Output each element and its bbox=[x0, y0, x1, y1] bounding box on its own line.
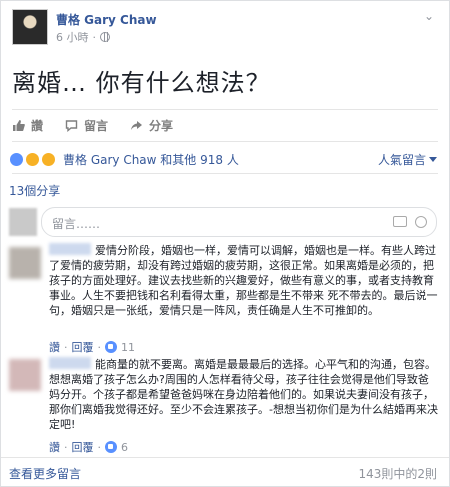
divider bbox=[12, 173, 438, 174]
emoji-icon[interactable] bbox=[415, 216, 427, 228]
comment-like-count[interactable]: 11 bbox=[121, 341, 135, 354]
comment-body: 能商量的就不要离。离婚是最最最后的选择。心平气和的沟通，包容。想想离婚了孩子怎么… bbox=[49, 357, 439, 432]
share-button[interactable]: 分享 bbox=[130, 117, 173, 134]
comment-reply-button[interactable]: 回覆 bbox=[72, 339, 94, 355]
camera-icon[interactable] bbox=[393, 216, 407, 227]
reactions-text[interactable]: 曹格 Gary Chaw 和其他 918 人 bbox=[63, 151, 239, 168]
comment-like-count[interactable]: 6 bbox=[121, 441, 128, 454]
divider bbox=[1, 457, 449, 458]
comment-actions: 讚 · 回覆 · 11 bbox=[49, 339, 135, 355]
comment-icon bbox=[65, 120, 78, 132]
thumbs-up-icon bbox=[13, 120, 25, 131]
like-reaction-icon bbox=[9, 152, 24, 167]
comment-like-button[interactable]: 讚 bbox=[49, 339, 60, 355]
comment-actions: 讚 · 回覆 · 6 bbox=[49, 439, 128, 455]
globe-icon bbox=[100, 32, 110, 42]
commenter-name[interactable] bbox=[49, 243, 91, 255]
comment-label: 留言 bbox=[84, 119, 109, 133]
comment-button[interactable]: 留言 bbox=[65, 117, 108, 134]
sad-reaction-icon bbox=[25, 152, 40, 167]
my-avatar bbox=[9, 208, 37, 236]
post-meta: 6 小時 · bbox=[56, 29, 110, 45]
share-label: 分享 bbox=[149, 119, 174, 133]
post-time[interactable]: 6 小時 bbox=[56, 29, 89, 45]
shares-count[interactable]: 13個分享 bbox=[9, 182, 60, 199]
commenter-avatar[interactable] bbox=[9, 247, 41, 279]
author-avatar[interactable] bbox=[12, 9, 48, 45]
sort-label: 人氣留言 bbox=[377, 153, 426, 167]
caret-down-icon bbox=[429, 157, 437, 162]
commenter-avatar[interactable] bbox=[9, 359, 41, 391]
like-label: 讚 bbox=[31, 119, 44, 133]
comment-reply-button[interactable]: 回覆 bbox=[72, 439, 94, 455]
like-count-icon bbox=[105, 441, 117, 453]
comment-pager: 143則中的2則 bbox=[358, 467, 437, 481]
divider bbox=[12, 109, 438, 110]
comment-text: 能商量的就不要离。离婚是最最最后的选择。心平气和的沟通，包容。想想离婚了孩子怎么… bbox=[49, 358, 438, 431]
wow-reaction-icon bbox=[41, 152, 56, 167]
post-card: 曹格 Gary Chaw 6 小時 · ⌄ 离婚… 你有什么想法？ 讚 留言 分… bbox=[0, 0, 450, 487]
like-button[interactable]: 讚 bbox=[12, 117, 43, 134]
comment-body: 爱情分阶段，婚姻也一样，爱情可以调解，婚姻也是一样。有些人跨过了爱情的疲劳期，却… bbox=[49, 243, 439, 318]
comment-like-button[interactable]: 讚 bbox=[49, 439, 60, 455]
view-more-comments-link[interactable]: 查看更多留言 bbox=[9, 465, 81, 482]
comment-input[interactable]: 留言…… bbox=[41, 207, 437, 237]
post-actions: 讚 留言 分享 bbox=[12, 117, 173, 134]
comment-placeholder: 留言…… bbox=[52, 217, 101, 231]
commenter-name[interactable] bbox=[49, 357, 91, 369]
chevron-down-icon[interactable]: ⌄ bbox=[421, 10, 437, 22]
like-count-icon bbox=[105, 341, 117, 353]
author-name[interactable]: 曹格 Gary Chaw bbox=[56, 11, 157, 28]
comment-sort-dropdown[interactable]: 人氣留言 bbox=[378, 151, 437, 168]
share-icon bbox=[131, 121, 143, 130]
reactions-summary[interactable]: 曹格 Gary Chaw 和其他 918 人 bbox=[9, 151, 239, 168]
divider bbox=[12, 141, 438, 142]
comment-text: 爱情分阶段，婚姻也一样，爱情可以调解，婚姻也是一样。有些人跨过了爱情的疲劳期，却… bbox=[49, 244, 438, 317]
post-text: 离婚… 你有什么想法？ bbox=[12, 69, 271, 97]
